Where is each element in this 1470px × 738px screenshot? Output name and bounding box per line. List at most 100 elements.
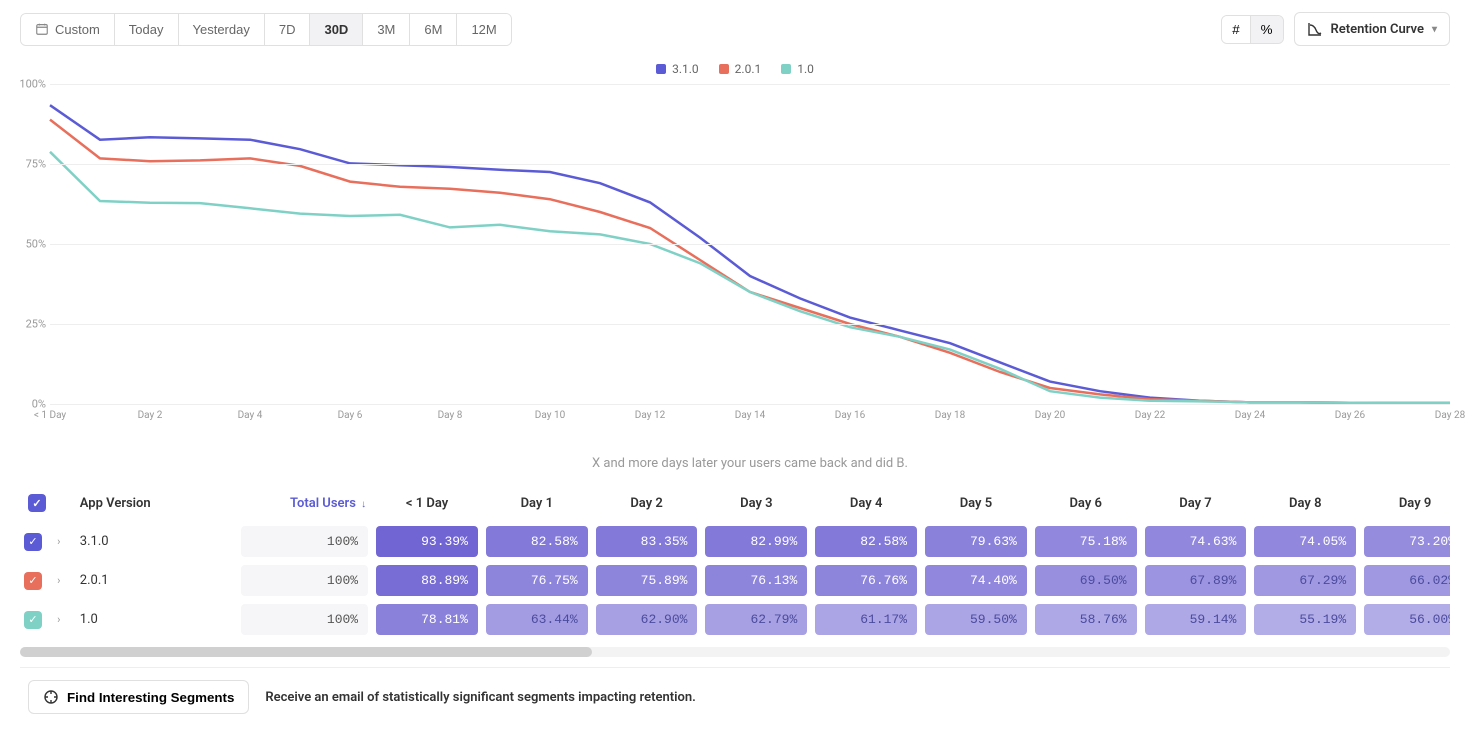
retention-table-wrap: ✓App VersionTotal Users ↓< 1 DayDay 1Day… xyxy=(20,484,1450,657)
chart-subtitle: X and more days later your users came ba… xyxy=(50,456,1450,471)
table-row: ✓›2.0.1100%88.89%76.75%75.89%76.13%76.76… xyxy=(20,561,1450,600)
horizontal-scrollbar[interactable] xyxy=(20,647,1450,657)
retention-cell: 66.02% xyxy=(1364,565,1450,596)
retention-cell: 69.50% xyxy=(1035,565,1137,596)
retention-cell: 74.05% xyxy=(1254,526,1356,557)
retention-cell: 82.58% xyxy=(486,526,588,557)
retention-cell: 75.18% xyxy=(1035,526,1137,557)
time-range-30d[interactable]: 30D xyxy=(310,14,363,45)
retention-cell: 79.63% xyxy=(925,526,1027,557)
retention-cell: 67.29% xyxy=(1254,565,1356,596)
x-tick: Day 18 xyxy=(935,410,965,421)
time-range-6m[interactable]: 6M xyxy=(410,14,457,45)
x-tick: Day 16 xyxy=(835,410,865,421)
retention-cell: 67.89% xyxy=(1145,565,1247,596)
x-tick: Day 20 xyxy=(1035,410,1065,421)
plot-area xyxy=(50,84,1450,404)
find-segments-button[interactable]: Find Interesting Segments xyxy=(28,680,249,714)
gridline xyxy=(50,244,1450,245)
series-3.1.0 xyxy=(50,105,1450,403)
view-label: Retention Curve xyxy=(1331,22,1424,37)
x-tick: Day 6 xyxy=(338,410,363,421)
col-day-9[interactable]: Day 9 xyxy=(1360,484,1450,522)
x-tick: Day 10 xyxy=(535,410,565,421)
col-<-1-day[interactable]: < 1 Day xyxy=(372,484,482,522)
retention-cell: 58.76% xyxy=(1035,604,1137,635)
col-day-6[interactable]: Day 6 xyxy=(1031,484,1141,522)
retention-cell: 73.20% xyxy=(1364,526,1450,557)
percent-toggle[interactable]: % xyxy=(1251,16,1283,43)
table-row: ✓›3.1.0100%93.39%82.58%83.35%82.99%82.58… xyxy=(20,522,1450,561)
col-day-1[interactable]: Day 1 xyxy=(482,484,592,522)
expand-icon[interactable]: › xyxy=(57,613,60,626)
x-tick: < 1 Day xyxy=(34,410,66,421)
row-checkbox[interactable]: ✓ xyxy=(24,572,42,590)
retention-cell: 62.90% xyxy=(596,604,698,635)
retention-cell: 76.76% xyxy=(815,565,917,596)
legend-item-3.1.0[interactable]: 3.1.0 xyxy=(656,62,699,76)
retention-cell: 62.79% xyxy=(705,604,807,635)
col-day-2[interactable]: Day 2 xyxy=(592,484,702,522)
col-day-3[interactable]: Day 3 xyxy=(701,484,811,522)
y-tick: 0% xyxy=(32,398,46,411)
retention-cell: 59.50% xyxy=(925,604,1027,635)
x-tick: Day 14 xyxy=(735,410,765,421)
retention-cell: 93.39% xyxy=(376,526,478,557)
hash-toggle[interactable]: # xyxy=(1222,16,1250,43)
target-icon xyxy=(43,689,59,705)
y-axis: 0%25%50%75%100% xyxy=(20,84,50,404)
view-select[interactable]: Retention Curve ▾ xyxy=(1294,12,1450,46)
series-1.0 xyxy=(50,152,1450,403)
col-day-4[interactable]: Day 4 xyxy=(811,484,921,522)
time-range-group: CustomTodayYesterday7D30D3M6M12M xyxy=(20,13,512,46)
calendar-icon xyxy=(35,22,49,36)
footer-text: Receive an email of statistically signif… xyxy=(265,690,695,705)
right-controls: # % Retention Curve ▾ xyxy=(1221,12,1450,46)
col-app-version[interactable]: App Version xyxy=(72,484,238,522)
y-tick: 100% xyxy=(19,78,46,91)
total-users-cell: 100% xyxy=(241,526,368,557)
row-checkbox[interactable]: ✓ xyxy=(24,533,42,551)
retention-table: ✓App VersionTotal Users ↓< 1 DayDay 1Day… xyxy=(20,484,1450,639)
gridline xyxy=(50,164,1450,165)
retention-cell: 55.19% xyxy=(1254,604,1356,635)
number-format-toggle: # % xyxy=(1221,15,1283,44)
retention-chart: 0%25%50%75%100% < 1 DayDay 2Day 4Day 6Da… xyxy=(50,84,1450,464)
col-day-7[interactable]: Day 7 xyxy=(1141,484,1251,522)
x-tick: Day 12 xyxy=(635,410,665,421)
retention-cell: 88.89% xyxy=(376,565,478,596)
time-range-custom[interactable]: Custom xyxy=(21,14,115,45)
legend-item-2.0.1[interactable]: 2.0.1 xyxy=(719,62,762,76)
expand-icon[interactable]: › xyxy=(57,574,60,587)
retention-cell: 74.63% xyxy=(1145,526,1247,557)
col-day-5[interactable]: Day 5 xyxy=(921,484,1031,522)
col-day-8[interactable]: Day 8 xyxy=(1250,484,1360,522)
retention-cell: 63.44% xyxy=(486,604,588,635)
chevron-down-icon: ▾ xyxy=(1432,24,1437,35)
y-tick: 25% xyxy=(26,318,46,331)
retention-cell: 61.17% xyxy=(815,604,917,635)
retention-cell: 78.81% xyxy=(376,604,478,635)
time-range-today[interactable]: Today xyxy=(115,14,179,45)
expand-icon[interactable]: › xyxy=(57,535,60,548)
col-total-users[interactable]: Total Users ↓ xyxy=(237,484,372,522)
x-tick: Day 22 xyxy=(1135,410,1165,421)
version-label: 3.1.0 xyxy=(76,528,234,555)
select-all-checkbox[interactable]: ✓ xyxy=(28,494,46,512)
time-range-12m[interactable]: 12M xyxy=(457,14,510,45)
total-users-cell: 100% xyxy=(241,565,368,596)
time-range-7d[interactable]: 7D xyxy=(265,14,311,45)
x-tick: Day 8 xyxy=(438,410,463,421)
retention-cell: 82.99% xyxy=(705,526,807,557)
scrollbar-thumb[interactable] xyxy=(20,647,592,657)
legend-item-1.0[interactable]: 1.0 xyxy=(781,62,814,76)
x-tick: Day 24 xyxy=(1235,410,1265,421)
retention-cell: 76.75% xyxy=(486,565,588,596)
row-checkbox[interactable]: ✓ xyxy=(24,611,42,629)
curve-icon xyxy=(1307,21,1323,37)
time-range-3m[interactable]: 3M xyxy=(363,14,410,45)
time-range-yesterday[interactable]: Yesterday xyxy=(179,14,265,45)
retention-cell: 56.00% xyxy=(1364,604,1450,635)
y-tick: 50% xyxy=(26,238,46,251)
series-2.0.1 xyxy=(50,120,1450,403)
